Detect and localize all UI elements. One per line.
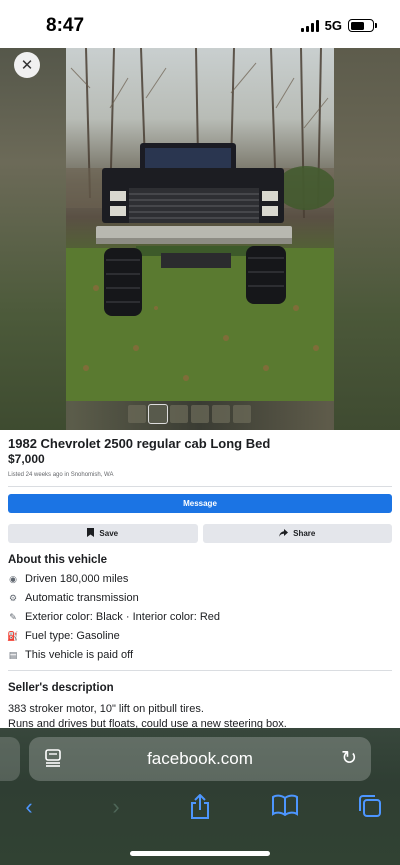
photo-thumbnail[interactable]: [170, 405, 188, 423]
divider: [8, 670, 392, 671]
listing-price: $7,000: [8, 452, 45, 466]
save-label: Save: [99, 529, 119, 538]
browser-toolbar: facebook.com ↻ ‹ ›: [0, 728, 400, 865]
detail-text: Automatic transmission: [25, 592, 139, 604]
detail-transmission: ⚙ Automatic transmission: [8, 591, 392, 605]
detail-text: Exterior color: Black · Interior color: …: [25, 611, 221, 623]
detail-mileage: ◉ Driven 180,000 miles: [8, 572, 392, 586]
about-vehicle-heading: About this vehicle: [8, 554, 108, 566]
reload-icon[interactable]: ↻: [341, 747, 357, 770]
listing-photo[interactable]: [66, 48, 334, 401]
photo-thumbnail[interactable]: [191, 405, 209, 423]
divider: [8, 486, 392, 487]
listing-title: 1982 Chevrolet 2500 regular cab Long Bed: [8, 436, 271, 451]
detail-text: Fuel type: Gasoline: [25, 630, 120, 642]
seller-description-line: 383 stroker motor, 10" lift on pitbull t…: [8, 703, 204, 715]
back-icon[interactable]: ‹: [14, 794, 44, 820]
odometer-icon: ◉: [9, 573, 17, 584]
fuel-icon: ⛽: [7, 630, 19, 641]
bookmark-icon: [87, 528, 95, 539]
share-arrow-icon: [279, 528, 289, 539]
detail-text: Driven 180,000 miles: [25, 573, 129, 585]
transmission-icon: ⚙: [8, 592, 18, 603]
photo-thumbnail[interactable]: [233, 405, 251, 423]
share-icon[interactable]: [185, 793, 215, 826]
status-time: 8:47: [46, 15, 85, 36]
signal-icon: [300, 19, 319, 32]
status-bar: 8:47 5G: [0, 0, 400, 48]
paint-icon: ✎: [9, 611, 17, 622]
photo-blur-right: [334, 48, 400, 430]
seller-description-heading: Seller's description: [8, 682, 114, 694]
document-icon: ▤: [8, 649, 18, 660]
action-row: Save Share: [8, 524, 392, 543]
truck-photo-illustration: [66, 48, 334, 401]
detail-text: This vehicle is paid off: [25, 649, 134, 661]
browser-nav-row: ‹ ›: [0, 793, 400, 826]
bookmarks-icon[interactable]: [270, 794, 300, 822]
detail-fuel: ⛽ Fuel type: Gasoline: [7, 629, 392, 643]
close-button[interactable]: ✕: [14, 52, 40, 78]
network-label: 5G: [324, 18, 342, 33]
url-text: facebook.com: [147, 749, 253, 768]
listing-meta: Listed 24 weeks ago in Snohomish, WA: [8, 472, 114, 478]
save-button[interactable]: Save: [8, 524, 198, 543]
status-indicators: 5G: [300, 18, 377, 33]
listing-content: 1982 Chevrolet 2500 regular cab Long Bed…: [0, 430, 400, 730]
photo-viewer: ✕: [0, 48, 400, 430]
message-button[interactable]: Message: [8, 494, 392, 513]
home-indicator[interactable]: [130, 851, 270, 856]
share-button[interactable]: Share: [202, 524, 392, 543]
previous-tab[interactable]: [0, 737, 20, 781]
detail-color: ✎ Exterior color: Black · Interior color…: [8, 610, 392, 624]
forward-icon[interactable]: ›: [101, 794, 131, 820]
battery-icon: [348, 19, 377, 32]
photo-thumbnail[interactable]: [212, 405, 230, 423]
photo-thumbnails: [128, 404, 251, 424]
close-icon: ✕: [20, 57, 34, 74]
detail-payment: ▤ This vehicle is paid off: [8, 648, 392, 662]
photo-blur-left: [0, 48, 66, 430]
address-bar[interactable]: facebook.com ↻: [29, 737, 371, 781]
tabs-icon[interactable]: [355, 794, 385, 824]
share-label: Share: [293, 529, 316, 538]
photo-thumbnail-active[interactable]: [148, 404, 168, 424]
photo-thumbnail[interactable]: [128, 405, 146, 423]
